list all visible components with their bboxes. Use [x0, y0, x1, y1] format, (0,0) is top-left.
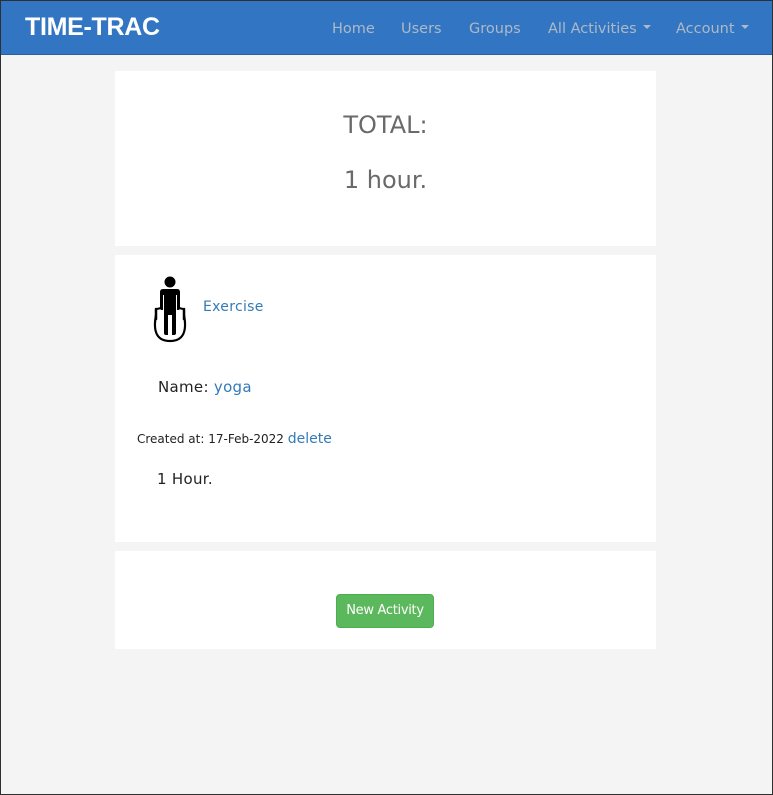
activity-duration: 1 Hour. — [157, 470, 213, 488]
total-panel: TOTAL: 1 hour. — [115, 71, 656, 246]
caret-down-icon — [740, 25, 749, 29]
new-activity-panel: New Activity — [115, 551, 656, 649]
activity-name-label: Name: — [158, 378, 209, 396]
delete-link[interactable]: delete — [288, 431, 332, 447]
nav-account-label: Account — [676, 21, 735, 37]
nav-users[interactable]: Users — [401, 21, 442, 37]
nav-groups-label: Groups — [469, 21, 521, 37]
nav-account-dropdown[interactable]: Account — [676, 21, 749, 37]
nav-groups[interactable]: Groups — [469, 21, 521, 37]
browser-viewport: TIME-TRAC Home Users Groups All Activiti… — [0, 0, 773, 795]
top-navbar: TIME-TRAC Home Users Groups All Activiti… — [1, 1, 772, 55]
nav-users-label: Users — [401, 21, 442, 37]
activity-name-link[interactable]: yoga — [214, 378, 252, 396]
jump-rope-person-icon — [153, 276, 187, 343]
nav-all-activities-label: All Activities — [548, 21, 637, 37]
total-label: TOTAL: — [343, 111, 428, 139]
created-at-text: Created at: 17-Feb-2022 — [137, 432, 284, 446]
nav-home-label: Home — [332, 21, 375, 37]
caret-down-icon — [642, 25, 651, 29]
new-activity-button[interactable]: New Activity — [336, 594, 434, 628]
activity-card: Exercise Name: yoga Created at: 17-Feb-2… — [115, 255, 656, 542]
total-value: 1 hour. — [343, 166, 428, 194]
activity-name-row: Name: yoga — [158, 378, 252, 396]
nav-all-activities-dropdown[interactable]: All Activities — [548, 21, 651, 37]
activity-category-link[interactable]: Exercise — [203, 299, 264, 315]
brand-logo[interactable]: TIME-TRAC — [25, 13, 160, 42]
activity-created-row: Created at: 17-Feb-2022 delete — [137, 431, 332, 447]
nav-home[interactable]: Home — [332, 21, 375, 37]
